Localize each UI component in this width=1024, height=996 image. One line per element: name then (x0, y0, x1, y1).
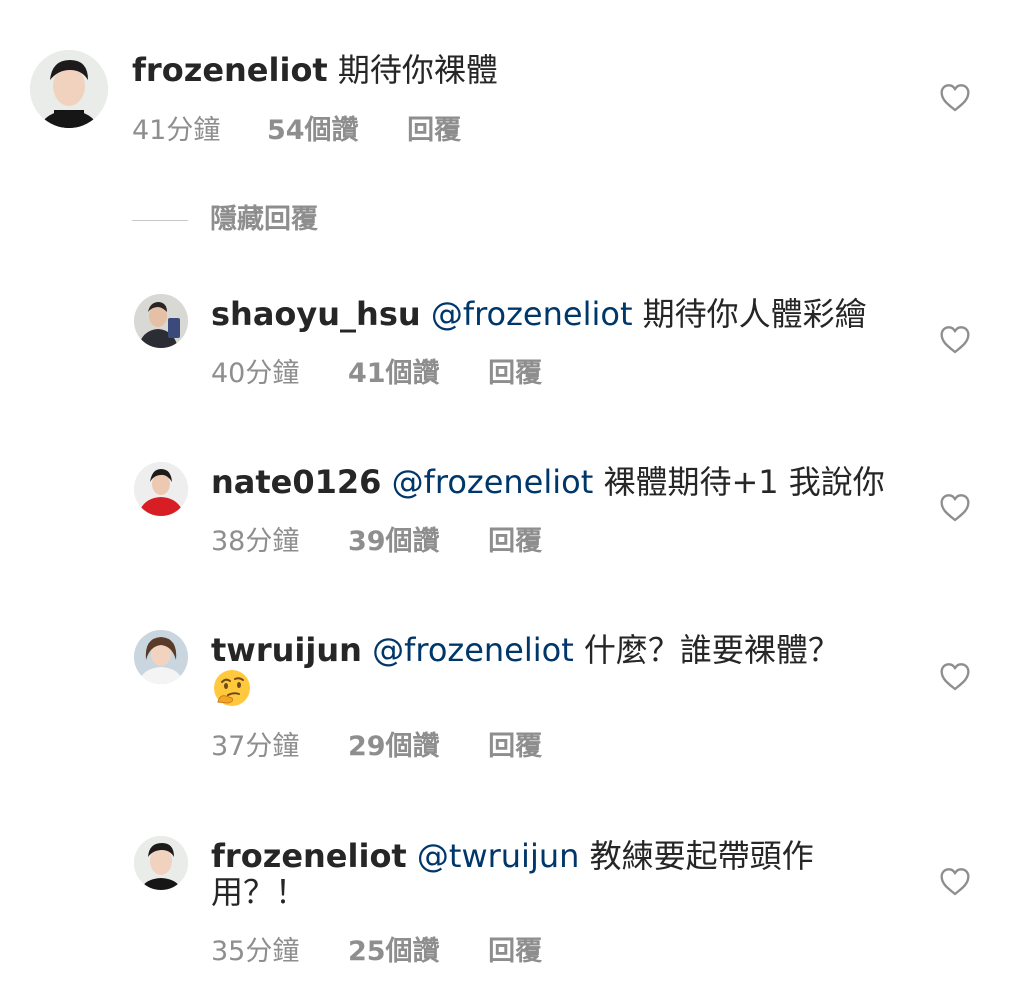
heart-outline-icon (940, 84, 970, 112)
hide-replies-label: 隱藏回覆 (210, 204, 318, 235)
comment-mention[interactable]: @twruijun (417, 837, 580, 875)
emoji-line (212, 668, 252, 712)
like-button[interactable] (938, 866, 972, 898)
like-button[interactable] (938, 82, 972, 114)
avatar[interactable] (134, 836, 188, 890)
comment-text-continued: 用？！ (211, 874, 307, 910)
comment-meta: 35分鐘 25個讚 回覆 (211, 936, 542, 968)
comment-likes[interactable]: 41個讚 (348, 358, 440, 390)
comment-username[interactable]: frozeneliot (132, 51, 328, 89)
comment-mention[interactable]: @frozeneliot (372, 631, 574, 669)
reply-button[interactable]: 回覆 (488, 731, 542, 763)
comment-likes[interactable]: 54個讚 (267, 115, 359, 147)
comment-body: 期待你裸體 (337, 51, 498, 89)
comment-body-line2: 用？！ (211, 873, 308, 911)
comment-likes[interactable]: 29個讚 (348, 731, 440, 763)
comment-meta: 40分鐘 41個讚 回覆 (211, 358, 542, 390)
heart-outline-icon (940, 494, 970, 522)
avatar[interactable] (134, 294, 188, 348)
avatar[interactable] (30, 50, 108, 128)
divider (132, 220, 188, 221)
comment-body: 期待你人體彩繪 (642, 295, 867, 333)
profile-photo-icon (134, 462, 188, 516)
avatar[interactable] (134, 462, 188, 516)
comment-username[interactable]: nate0126 (211, 463, 381, 501)
reply-button[interactable]: 回覆 (488, 936, 542, 968)
reply-button[interactable]: 回覆 (488, 526, 542, 558)
thinking-face-emoji-icon (214, 670, 250, 706)
comment-meta: 37分鐘 29個讚 回覆 (211, 731, 542, 763)
comment-username[interactable]: twruijun (211, 631, 362, 669)
comment-username[interactable]: frozeneliot (211, 837, 407, 875)
avatar[interactable] (134, 630, 188, 684)
comment-text: frozeneliot @twruijun 教練要起帶頭作 (211, 838, 814, 874)
profile-photo-icon (134, 294, 188, 348)
comment-likes[interactable]: 25個讚 (348, 936, 440, 968)
like-button[interactable] (938, 661, 972, 693)
comment-time: 40分鐘 (211, 358, 300, 389)
comment-body: 什麼？誰要裸體？ (583, 631, 840, 669)
profile-photo-icon (30, 50, 108, 128)
like-button[interactable] (938, 324, 972, 356)
profile-photo-icon (134, 836, 188, 890)
comment-mention[interactable]: @frozeneliot (431, 295, 633, 333)
comment-text: nate0126 @frozeneliot 裸體期待+1 我說你 (211, 464, 885, 500)
comment-text: twruijun @frozeneliot 什麼？誰要裸體？ (211, 632, 840, 668)
reply-button[interactable]: 回覆 (407, 115, 461, 147)
comment-time: 41分鐘 (132, 115, 221, 146)
reply-button[interactable]: 回覆 (488, 358, 542, 390)
comment-meta: 41分鐘 54個讚 回覆 (132, 115, 461, 147)
profile-photo-icon (134, 630, 188, 684)
comment-likes[interactable]: 39個讚 (348, 526, 440, 558)
comment-time: 38分鐘 (211, 526, 300, 557)
comment-username[interactable]: shaoyu_hsu (211, 295, 421, 333)
comment-body: 裸體期待+1 我說你 (603, 463, 885, 501)
comment-body: 教練要起帶頭作 (589, 837, 814, 875)
comment-meta: 38分鐘 39個讚 回覆 (211, 526, 542, 558)
heart-outline-icon (940, 326, 970, 354)
comment-time: 37分鐘 (211, 731, 300, 762)
comment-mention[interactable]: @frozeneliot (392, 463, 594, 501)
comment-time: 35分鐘 (211, 936, 300, 967)
comment-text: frozeneliot 期待你裸體 (132, 52, 498, 88)
comment-text: shaoyu_hsu @frozeneliot 期待你人體彩繪 (211, 296, 867, 332)
heart-outline-icon (940, 663, 970, 691)
heart-outline-icon (940, 868, 970, 896)
like-button[interactable] (938, 492, 972, 524)
